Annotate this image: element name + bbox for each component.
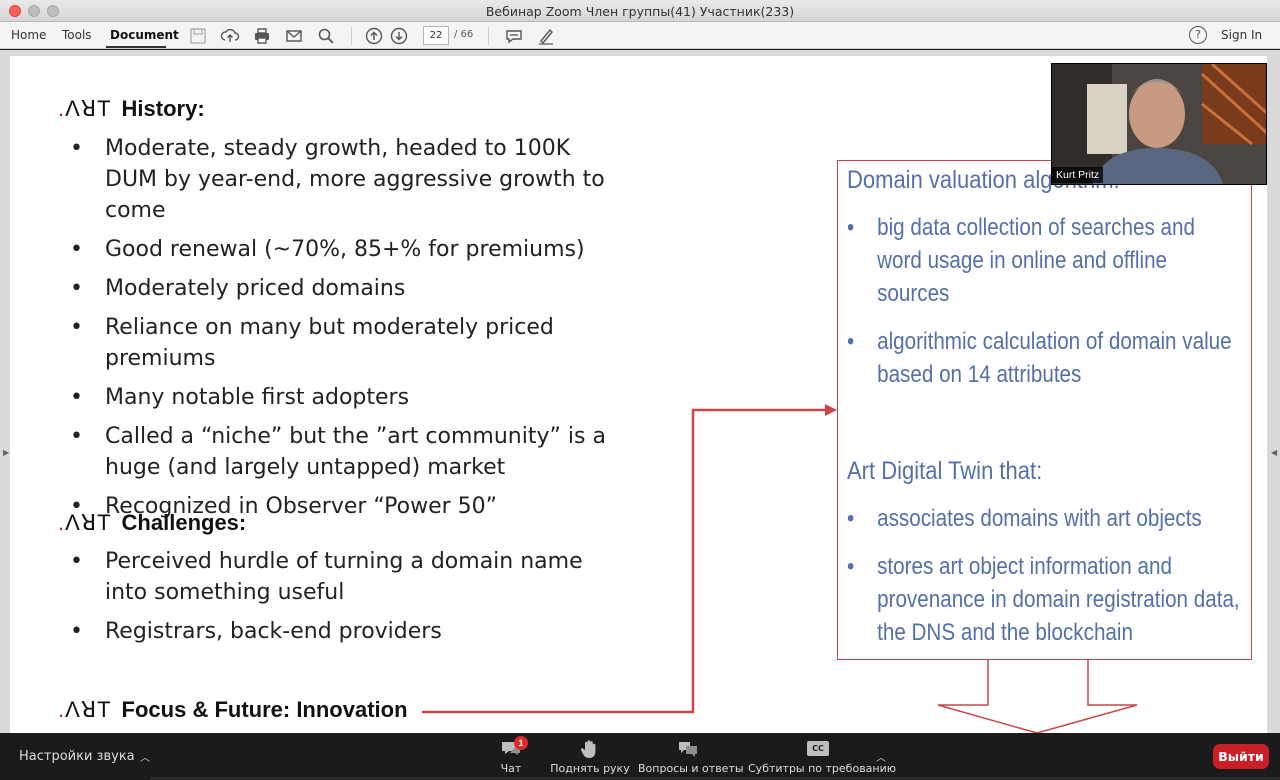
participant-name-label: Kurt Pritz (1052, 167, 1104, 183)
active-tab-indicator (106, 46, 166, 48)
print-icon[interactable] (252, 26, 272, 46)
sign-in-link[interactable]: Sign In (1221, 28, 1262, 42)
pdf-toolbar: Home Tools Document 22 / 66 ? Sign In (0, 22, 1280, 49)
chat-label: Чат (500, 762, 522, 775)
page-total: / 66 (454, 29, 474, 40)
box-heading-digital-twin: Art Digital Twin that: (847, 457, 1043, 485)
qa-icon (679, 742, 697, 757)
window-title: Вебинар Zoom Член группы(41) Участник(23… (485, 4, 795, 19)
audio-settings-button[interactable]: Настройки звука (19, 749, 135, 764)
search-icon[interactable] (316, 26, 336, 46)
toolbar-divider (488, 27, 489, 45)
leave-button[interactable]: Выйти (1213, 744, 1269, 769)
toolbar-divider (351, 27, 352, 45)
list-item: stores art object information and proven… (847, 550, 1243, 649)
captions-button[interactable]: CC Субтитры по требованию (748, 733, 897, 780)
list-item: big data collection of searches and word… (847, 211, 1243, 310)
captions-chevron-up-icon[interactable]: ︿ (876, 749, 886, 764)
save-icon[interactable] (188, 26, 208, 46)
raise-hand-button[interactable]: Поднять руку (550, 733, 630, 780)
digital-twin-list: associates domains with art objects stor… (847, 502, 1267, 664)
list-item: associates domains with art objects (847, 502, 1243, 535)
closed-captions-icon: CC (807, 741, 829, 756)
hand-icon (580, 740, 596, 758)
captions-label: Субтитры по требованию (748, 762, 897, 775)
qa-button[interactable]: Вопросы и ответы (638, 733, 744, 780)
raise-hand-label: Поднять руку (550, 762, 630, 775)
previous-page-icon[interactable] (364, 26, 384, 46)
chat-unread-badge: 1 (514, 736, 528, 750)
left-panel-toggle-icon[interactable]: ▶ (3, 448, 9, 457)
page-number-input[interactable]: 22 (423, 26, 449, 45)
zoom-control-bar: Настройки звука ︿ Чат Поднять руку Вопро… (0, 733, 1280, 780)
cloud-upload-icon[interactable] (220, 26, 240, 46)
tab-home[interactable]: Home (11, 28, 46, 42)
next-page-icon[interactable] (389, 26, 409, 46)
email-icon[interactable] (284, 26, 304, 46)
innovation-box: Domain valuation algorithm: big data col… (837, 160, 1252, 660)
right-panel-toggle-icon[interactable]: ◀ (1271, 448, 1277, 457)
valuation-list: big data collection of searches and word… (847, 211, 1267, 406)
window-titlebar: Вебинар Zoom Член группы(41) Участник(23… (0, 0, 1280, 22)
qa-label: Вопросы и ответы (638, 762, 744, 775)
highlight-pen-icon[interactable] (536, 26, 556, 46)
tab-tools[interactable]: Tools (62, 28, 92, 42)
comment-icon[interactable] (504, 26, 524, 46)
help-icon[interactable]: ? (1189, 26, 1207, 44)
chevron-up-icon[interactable]: ︿ (140, 749, 150, 764)
list-item: algorithmic calculation of domain value … (847, 325, 1243, 391)
tab-document[interactable]: Document (110, 28, 179, 42)
